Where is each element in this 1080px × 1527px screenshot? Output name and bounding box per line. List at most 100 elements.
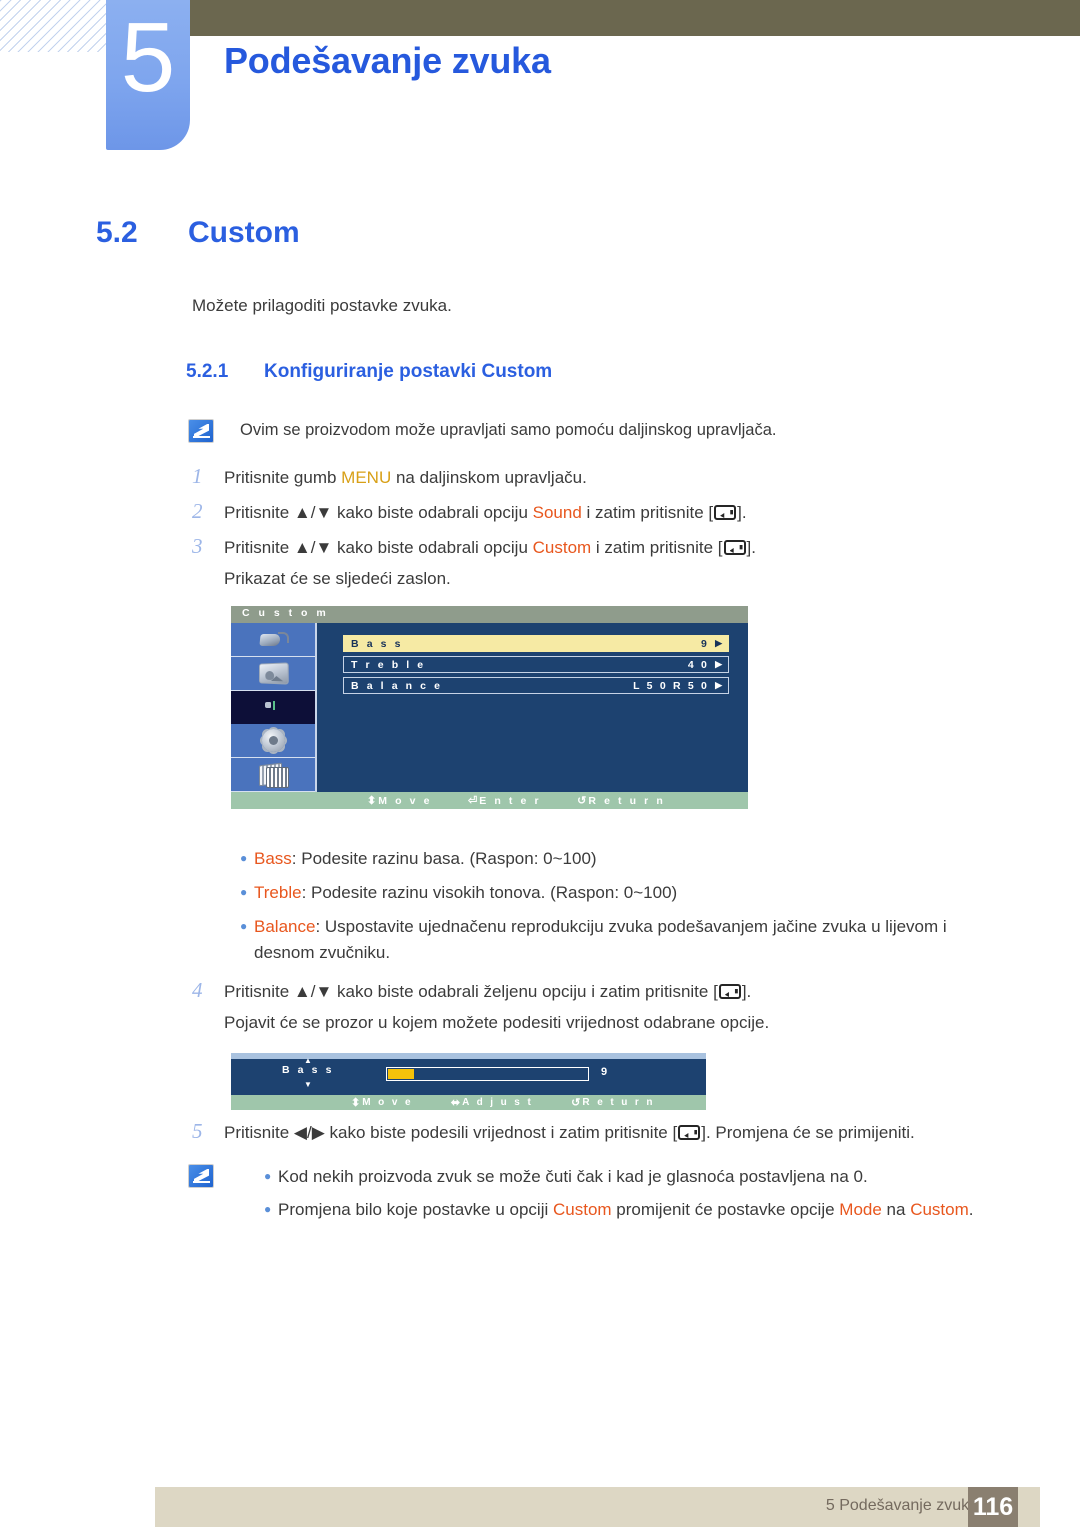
enter-key-icon: [714, 505, 737, 520]
osd-row-treble-value: 4 0: [687, 658, 710, 671]
move-updown-icon: ⬍: [351, 1097, 361, 1109]
step-2-text: Pritisnite ▲/▼ kako biste odabrali opcij…: [224, 503, 747, 522]
osd-sidebar-item-sound[interactable]: [231, 690, 315, 725]
section-title: Custom: [188, 216, 300, 249]
step-3-followup: Prikazat će se sljedeći zaslon.: [224, 569, 451, 588]
keyword-treble: Treble: [254, 883, 302, 902]
step-1-number: 1: [192, 464, 203, 488]
osd-row-bass-value: 9: [701, 637, 710, 650]
bullet-icon: ●: [240, 885, 248, 899]
step-5: 5 Pritisnite ◀/▶ kako biste podesili vri…: [192, 1119, 992, 1145]
osd-title: C u s t o m: [242, 607, 329, 619]
subsection-heading: 5.2.1 Konfiguriranje postavki Custom: [186, 361, 552, 383]
bullet-icon: ●: [264, 1202, 272, 1216]
osd-hint-move-label: M o v e: [378, 794, 433, 807]
keyword-custom: Custom: [910, 1200, 969, 1219]
osd-sidebar-item-input[interactable]: [231, 623, 315, 657]
osd-hint-return: ↺ R e t u r n: [577, 794, 666, 808]
section-number: 5.2: [96, 216, 138, 249]
note-pencil-icon: [188, 419, 214, 443]
picture-icon: [259, 662, 289, 685]
page-number: 116: [968, 1487, 1018, 1527]
osd-hint-return-label: R e t u r n: [588, 794, 666, 807]
bullet-icon: ●: [240, 919, 248, 933]
step-4-followup: Pojavit će se prozor u kojem možete pode…: [224, 1013, 770, 1032]
keyword-balance: Balance: [254, 917, 316, 936]
chapter-title: Podešavanje zvuka: [224, 40, 551, 81]
subsection-number: 5.2.1: [186, 361, 229, 382]
option-balance-text: Balance: Uspostavite ujednačenu reproduk…: [254, 917, 947, 962]
adjust-leftright-icon: ⬌: [450, 1097, 461, 1109]
return-icon: ↺: [571, 1097, 581, 1109]
footer-text: 5 Podešavanje zvuka: [825, 1497, 978, 1514]
osd-content-area: B a s s 9 ▶ T r e b l e 4 0 ▶ B a l a n …: [319, 623, 748, 792]
step-5-number: 5: [192, 1119, 203, 1143]
bullet-icon: ●: [240, 851, 248, 865]
bottom-note-2: ● Promjena bilo koje postavke u opciji C…: [264, 1197, 974, 1223]
header-olive-bar: [190, 0, 1080, 36]
osd-hint-move: ⬍ M o v e: [367, 794, 433, 808]
chevron-right-icon: ▶: [715, 680, 722, 690]
osd-row-bass-label: B a s s: [351, 637, 404, 650]
top-note: Ovim se proizvodom može upravljati samo …: [188, 419, 988, 443]
return-icon: ↺: [577, 795, 587, 807]
note-pencil-icon: [188, 1164, 214, 1188]
osd-row-treble-label: T r e b l e: [351, 658, 426, 671]
step-3-number: 3: [192, 534, 203, 558]
step-4: 4 Pritisnite ▲/▼ kako biste odabrali žel…: [192, 978, 982, 1004]
osd-sidebar-item-multicontrol[interactable]: [231, 758, 315, 792]
chapter-tab: 5: [106, 0, 190, 150]
bottom-notes: ● Kod nekih proizvoda zvuk se može čuti …: [188, 1164, 1008, 1223]
bottom-note-2-text: Promjena bilo koje postavke u opciji Cus…: [278, 1200, 974, 1219]
arrow-down-icon: ▼: [304, 1080, 312, 1089]
option-balance: ● Balance: Uspostavite ujednačenu reprod…: [240, 914, 992, 966]
sound-icon: [260, 699, 286, 715]
input-source-icon: [258, 631, 289, 648]
osd-sidebar-item-picture[interactable]: [231, 657, 315, 691]
osd-row-balance[interactable]: B a l a n c e L 5 0 R 5 0 ▶: [343, 677, 729, 694]
osd-row-treble[interactable]: T r e b l e 4 0 ▶: [343, 656, 729, 673]
osd-sidebar-item-setup[interactable]: [231, 724, 315, 759]
osd-adjust-widget: ▲ B a s s ▼ 9 ⬍ M o v e ⬌ A d j u s t ↺ …: [231, 1053, 706, 1110]
chevron-right-icon: ▶: [715, 638, 722, 648]
step-4-number: 4: [192, 978, 203, 1002]
keyword-mode: Mode: [839, 1200, 882, 1219]
step-1: 1 Pritisnite gumb MENU na daljinskom upr…: [192, 464, 952, 490]
step-4-text: Pritisnite ▲/▼ kako biste odabrali želje…: [224, 982, 752, 1001]
step-5-text: Pritisnite ◀/▶ kako biste podesili vrije…: [224, 1123, 915, 1142]
keyword-custom: Custom: [532, 538, 592, 557]
bottom-note-1-text: Kod nekih proizvoda zvuk se može čuti ča…: [278, 1167, 868, 1186]
decorative-hatch-pattern: [0, 0, 108, 52]
step-2-number: 2: [192, 499, 203, 523]
bullet-icon: ●: [264, 1169, 272, 1183]
step-2: 2 Pritisnite ▲/▼ kako biste odabrali opc…: [192, 499, 952, 525]
option-treble: ● Treble: Podesite razinu visokih tonova…: [240, 880, 1000, 906]
document-page: 5 Podešavanje zvuka 5.2 Custom Možete pr…: [0, 0, 1080, 1527]
keyword-bass: Bass: [254, 849, 292, 868]
osd-row-balance-label: B a l a n c e: [351, 679, 443, 692]
section-heading: 5.2 Custom: [96, 216, 300, 250]
chevron-right-icon: ▶: [715, 659, 722, 669]
osd-hint-enter-label: E n t e r: [479, 794, 542, 807]
section-intro-text: Možete prilagoditi postavke zvuka.: [192, 296, 452, 315]
option-treble-text: Treble: Podesite razinu visokih tonova. …: [254, 883, 678, 902]
osd-adjust-hint-move-label: M o v e: [362, 1097, 413, 1108]
multi-control-icon: [259, 764, 289, 788]
top-note-text: Ovim se proizvodom može upravljati samo …: [240, 421, 777, 439]
osd-adjust-body: ▲ B a s s ▼ 9: [231, 1057, 706, 1095]
osd-adjust-hint-adjust-label: A d j u s t: [462, 1097, 534, 1108]
option-bass-text: Bass: Podesite razinu basa. (Raspon: 0~1…: [254, 849, 597, 868]
osd-adjust-hint-move: ⬍ M o v e: [351, 1096, 413, 1109]
osd-adjust-hint-return-label: R e t u r n: [582, 1097, 655, 1108]
osd-adjust-slider-fill: [388, 1069, 415, 1079]
keyword-sound: Sound: [532, 503, 582, 522]
osd-row-bass[interactable]: B a s s 9 ▶: [343, 635, 729, 652]
setup-gear-icon: [261, 729, 285, 753]
step-3-text: Pritisnite ▲/▼ kako biste odabrali opcij…: [224, 538, 756, 557]
osd-main-menu: C u s t o m B a s s 9 ▶ T r e b l e 4 0 …: [231, 606, 748, 809]
footer-bar: 5 Podešavanje zvuka: [155, 1487, 1040, 1527]
keyword-custom: Custom: [552, 1200, 612, 1219]
osd-adjust-slider-track[interactable]: [386, 1067, 589, 1081]
subsection-title: Konfiguriranje postavki Custom: [264, 361, 553, 382]
osd-adjust-label: B a s s: [281, 1064, 335, 1076]
